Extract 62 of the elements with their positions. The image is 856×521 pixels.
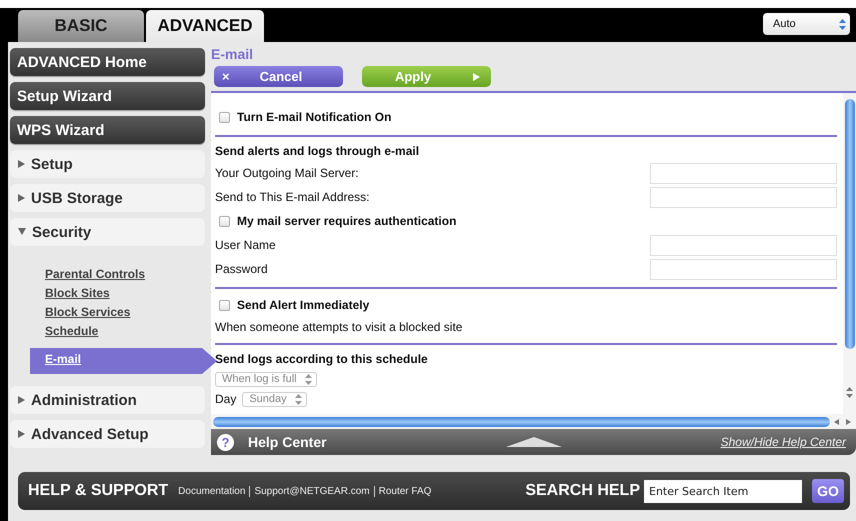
vertical-scrollbar[interactable] <box>843 93 856 414</box>
field-label: Your Outgoing Mail Server: <box>215 166 360 180</box>
stepper-icon <box>294 394 302 404</box>
help-center-bar[interactable]: ? Help Center Show/Hide Help Center <box>211 429 856 455</box>
play-icon <box>473 72 480 80</box>
dropdown[interactable]: Sunday <box>242 392 307 406</box>
input-field[interactable] <box>650 162 837 184</box>
nav-section[interactable]: Administration <box>10 386 205 414</box>
input-field[interactable] <box>650 186 837 208</box>
nav-link[interactable]: Schedule <box>45 323 98 340</box>
language-select[interactable]: Auto <box>763 13 850 35</box>
note-text: When someone attempts to visit a blocked site <box>215 320 462 334</box>
checkbox[interactable] <box>219 216 230 226</box>
nav-button[interactable]: Setup Wizard <box>10 82 205 110</box>
checkbox[interactable] <box>219 300 230 310</box>
field-label: Password <box>215 262 269 276</box>
nav-link[interactable]: Block Sites <box>45 285 110 302</box>
help-center-title: Help Center <box>248 434 327 450</box>
triangle-up-icon[interactable] <box>506 437 562 447</box>
nav-link[interactable]: Parental Controls <box>45 266 146 283</box>
nav-button[interactable]: WPS Wizard <box>10 116 205 144</box>
footer-link[interactable]: Support@NETGEAR.com <box>249 486 374 496</box>
caret-right-icon <box>18 194 25 202</box>
input-field[interactable] <box>650 258 837 280</box>
input-field[interactable] <box>650 234 837 256</box>
field-label: Day <box>215 392 236 406</box>
section-heading: Send logs according to this schedule <box>215 352 428 366</box>
stepper-icon <box>304 374 312 384</box>
nav-section[interactable]: Security <box>10 218 205 246</box>
nav-section[interactable]: Advanced Setup <box>10 420 205 448</box>
nav-section[interactable]: USB Storage <box>10 184 205 212</box>
tab[interactable]: BASIC <box>18 10 144 42</box>
caret-right-icon <box>18 430 25 438</box>
caret-right-icon <box>18 160 25 168</box>
stepper-icon <box>839 18 846 30</box>
field-label: Send to This E-mail Address: <box>215 190 371 204</box>
checkbox-label: Turn E-mail Notification On <box>237 110 392 124</box>
show-hide-help-link[interactable]: Show/Hide Help Center <box>720 435 846 449</box>
nav-link[interactable]: Block Services <box>45 304 130 321</box>
field-label: User Name <box>215 238 277 252</box>
caret-down-icon <box>18 228 26 235</box>
nav-section[interactable]: Setup <box>10 150 205 178</box>
search-field[interactable]: Enter Search Item <box>644 480 802 502</box>
nav-link[interactable]: E-mail <box>30 348 217 374</box>
checkbox-label: My mail server requires authentication <box>237 214 456 228</box>
go-button[interactable]: GO <box>812 479 844 503</box>
section-heading: Send alerts and logs through e-mail <box>215 144 420 158</box>
checkbox[interactable] <box>219 112 230 122</box>
page-title: E-mail <box>211 46 254 64</box>
dropdown[interactable]: When log is full <box>215 372 317 386</box>
checkbox-label: Send Alert Immediately <box>237 298 370 312</box>
search-help-label: SEARCH HELP <box>525 482 640 500</box>
caret-right-icon <box>18 396 25 404</box>
nav-button[interactable]: ADVANCED Home <box>10 48 205 76</box>
footer-link[interactable]: Router FAQ <box>374 486 436 496</box>
horizontal-scrollbar[interactable] <box>211 414 856 429</box>
tab[interactable]: ADVANCED <box>146 10 264 42</box>
scroll-arrows-icon <box>846 387 853 398</box>
help-support-title: HELP & SUPPORT <box>28 482 168 500</box>
footer-link[interactable]: Documentation <box>178 486 250 496</box>
cancel-button[interactable]: × Cancel <box>214 66 343 87</box>
help-icon: ? <box>217 434 234 450</box>
